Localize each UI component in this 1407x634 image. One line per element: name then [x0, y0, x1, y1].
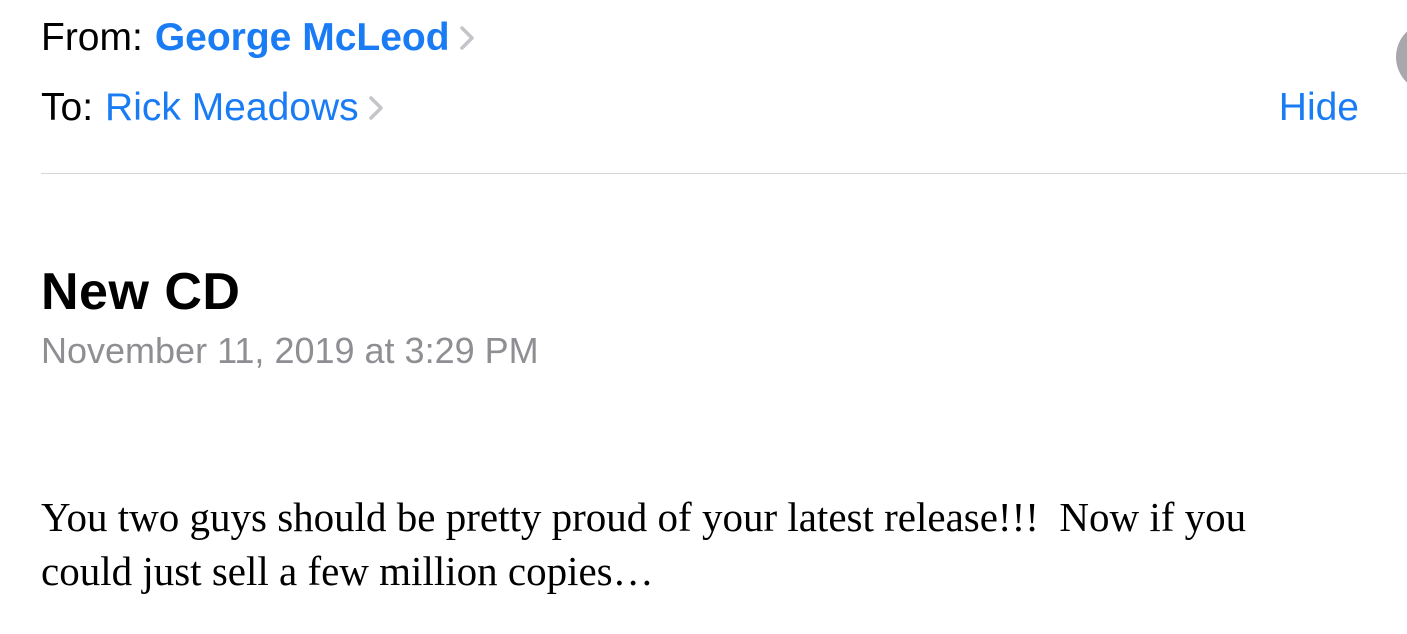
header-divider	[41, 173, 1407, 174]
body-line: You two guys should be pretty proud of y…	[41, 494, 1247, 540]
chevron-right-icon[interactable]	[365, 93, 387, 123]
message-body: You two guys should be pretty proud of y…	[41, 490, 1401, 598]
recipient-name-link[interactable]: Rick Meadows	[105, 86, 359, 130]
hide-details-button[interactable]: Hide	[1279, 84, 1359, 132]
from-label: From:	[41, 16, 143, 59]
to-row: To: Rick Meadows	[41, 84, 387, 132]
from-row: From: George McLeod	[41, 14, 478, 62]
body-line: could just sell a few million copies…	[41, 548, 654, 594]
message-date: November 11, 2019 at 3:29 PM	[41, 330, 539, 371]
sender-name-link[interactable]: George McLeod	[155, 16, 450, 60]
chevron-right-icon[interactable]	[456, 23, 478, 53]
avatar[interactable]	[1396, 22, 1407, 92]
to-label: To:	[41, 86, 94, 129]
message-subject: New CD	[41, 263, 241, 321]
